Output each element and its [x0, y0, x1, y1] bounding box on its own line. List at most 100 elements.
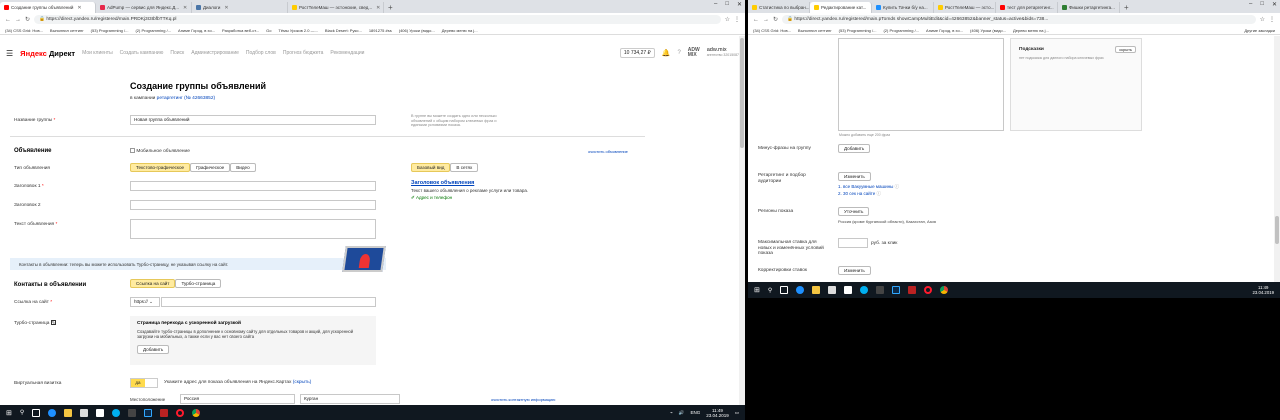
bookmark[interactable]: (406) Уроки (видо...: [970, 28, 1006, 33]
close-icon[interactable]: ✕: [224, 5, 228, 11]
bookmark[interactable]: (406) Уроки (видо...: [399, 28, 435, 33]
group-name-input[interactable]: Новая группа объявлений: [130, 115, 376, 125]
right-tab-0[interactable]: Статистика по выбран...: [748, 2, 810, 13]
opera-icon[interactable]: [176, 408, 185, 417]
right-tab-1[interactable]: Редактирование кат...: [810, 2, 872, 13]
right-tab-2[interactable]: Купить Тачки б/у на...: [872, 2, 934, 13]
menu-icon[interactable]: ⋮: [734, 16, 740, 23]
filezilla-icon[interactable]: [908, 286, 917, 294]
title1-input[interactable]: [130, 181, 376, 191]
right-tab-3[interactable]: РостТелеМаш — эсто...: [934, 2, 996, 13]
vcard-toggle[interactable]: да: [130, 378, 158, 388]
nav-wordstat[interactable]: Подбор слов: [246, 50, 276, 56]
turbo-page-tab[interactable]: Турбо-страница: [175, 279, 222, 288]
right-scrollbar[interactable]: [1274, 36, 1280, 282]
hints-hide-button[interactable]: скрыть: [1115, 46, 1136, 53]
task-view-icon[interactable]: [780, 286, 789, 294]
close-icon[interactable]: ✕: [183, 5, 187, 11]
bookmark[interactable]: Аниме Город, в хо...: [178, 28, 215, 33]
bookmark[interactable]: Разработка веб-ст...: [222, 28, 259, 33]
scroll-thumb[interactable]: [1275, 216, 1279, 244]
forward-icon[interactable]: →: [763, 17, 769, 23]
file-explorer-icon[interactable]: [812, 286, 821, 294]
url-field[interactable]: 🔒 https://direct.yandex.ru/registered/ma…: [34, 15, 721, 24]
bookmark[interactable]: (34) CSS Grid: Нов...: [753, 28, 791, 33]
task-view-icon[interactable]: [32, 408, 41, 417]
store-icon[interactable]: [828, 286, 837, 294]
volume-icon[interactable]: 🔊: [679, 410, 685, 416]
turbo-add-button[interactable]: Добавить: [137, 345, 170, 354]
balance-badge[interactable]: 10 734,27 ₽: [619, 48, 655, 58]
left-tab-1[interactable]: AdPump — сервис для Яндекс.Д... ✕: [96, 2, 192, 13]
nav-create-campaign[interactable]: Создать кампанию: [120, 50, 164, 56]
bookmark[interactable]: Выполнил сеттинг: [50, 28, 84, 33]
bookmark[interactable]: (53) Programming /...: [91, 28, 129, 33]
left-tab-0[interactable]: Создание группы объявлений ✕: [0, 2, 96, 13]
back-icon[interactable]: ←: [5, 17, 11, 23]
max-bid-input[interactable]: [838, 238, 868, 248]
ad-type-text-graphic[interactable]: Текстово-графическое: [130, 163, 191, 172]
ad-type-graphic[interactable]: Графическое: [190, 163, 231, 172]
back-icon[interactable]: ←: [753, 17, 759, 23]
photoshop-icon[interactable]: [144, 408, 153, 417]
opera-icon[interactable]: [924, 286, 933, 294]
clear-contact-link[interactable]: очистить контактную информацию: [491, 397, 555, 402]
edge-icon[interactable]: [48, 408, 57, 417]
help-icon[interactable]: ?: [677, 50, 680, 56]
bookmark[interactable]: Go: [266, 28, 271, 33]
hamburger-icon[interactable]: ☰: [6, 49, 13, 58]
maximize-button[interactable]: □: [725, 1, 729, 8]
left-tab-3[interactable]: РостТелеМаш — эстонские, свед... ✕: [288, 2, 384, 13]
bookmark[interactable]: (34) CSS Grid: Нов...: [5, 28, 43, 33]
maximize-button[interactable]: □: [1260, 1, 1264, 8]
site-url-input[interactable]: [161, 297, 376, 307]
bookmark[interactable]: Выполнил сеттинг: [798, 28, 832, 33]
forward-icon[interactable]: →: [15, 17, 21, 23]
retargeting-change-button[interactable]: Изменить: [838, 172, 871, 181]
vcard-hide-link[interactable]: (скрыть): [293, 380, 312, 385]
nav-admin[interactable]: Администрирование: [191, 50, 239, 56]
photoshop-icon[interactable]: [892, 286, 901, 294]
menu-icon[interactable]: ⋮: [1269, 16, 1275, 23]
bookmark[interactable]: Дерево меню на j...: [442, 28, 478, 33]
left-tab-2[interactable]: Диалоги ✕: [192, 2, 288, 13]
site-link-tab[interactable]: Ссылка на сайт: [130, 279, 176, 288]
protocol-select[interactable]: https:// ⌄: [130, 297, 160, 307]
windows-start-icon[interactable]: ⊞: [754, 286, 760, 294]
campaign-link[interactable]: ретаргетинг (№ 42663852): [157, 96, 215, 101]
ad-text-input[interactable]: [130, 219, 376, 239]
skype-icon[interactable]: [112, 408, 121, 417]
star-icon[interactable]: ☆: [1260, 16, 1265, 23]
bookmark[interactable]: Дерево меню на j...: [1013, 28, 1049, 33]
regions-refine-button[interactable]: Уточнить: [838, 207, 870, 216]
filezilla-icon[interactable]: [160, 408, 169, 417]
new-tab-button[interactable]: +: [1120, 2, 1133, 13]
star-icon[interactable]: ☆: [725, 16, 730, 23]
minimize-button[interactable]: –: [714, 1, 717, 8]
nav-forecast[interactable]: Прогноз бюджета: [283, 50, 324, 56]
reload-icon[interactable]: ↻: [773, 16, 778, 23]
bell-icon[interactable]: 🔔: [662, 49, 671, 57]
clear-ad-link[interactable]: очистить объявление: [588, 149, 628, 154]
chrome-icon[interactable]: [192, 408, 201, 417]
nav-my-clients[interactable]: Мои клиенты: [82, 50, 113, 56]
mobile-ad-checkbox[interactable]: Мобильное объявление: [130, 148, 190, 154]
reload-icon[interactable]: ↻: [25, 16, 30, 23]
minimize-button[interactable]: –: [1249, 1, 1252, 8]
country-select[interactable]: Россия: [180, 394, 295, 404]
title2-input[interactable]: [130, 200, 376, 210]
bookmark[interactable]: 1891275 #ss: [369, 28, 392, 33]
edge-icon[interactable]: [796, 286, 805, 294]
close-window-button[interactable]: ✕: [1272, 1, 1277, 8]
other-bookmarks[interactable]: Другие закладки: [1244, 28, 1275, 33]
mail-icon[interactable]: [844, 286, 853, 294]
retargeting-item-2[interactable]: 2. 30 сек на сайте ⓘ: [838, 191, 881, 197]
nav-recommendations[interactable]: Рекомендации: [330, 50, 364, 56]
bookmark[interactable]: (2) Programming /...: [135, 28, 171, 33]
close-window-button[interactable]: ✕: [737, 1, 742, 8]
bookmark[interactable]: Black Desert: Руко...: [325, 28, 362, 33]
right-tab-4[interactable]: тест для ретаргетинг...: [996, 2, 1058, 13]
skype-icon[interactable]: [860, 286, 869, 294]
clock[interactable]: 11:49 23.04.2019: [706, 408, 729, 418]
store-icon[interactable]: [80, 408, 89, 417]
